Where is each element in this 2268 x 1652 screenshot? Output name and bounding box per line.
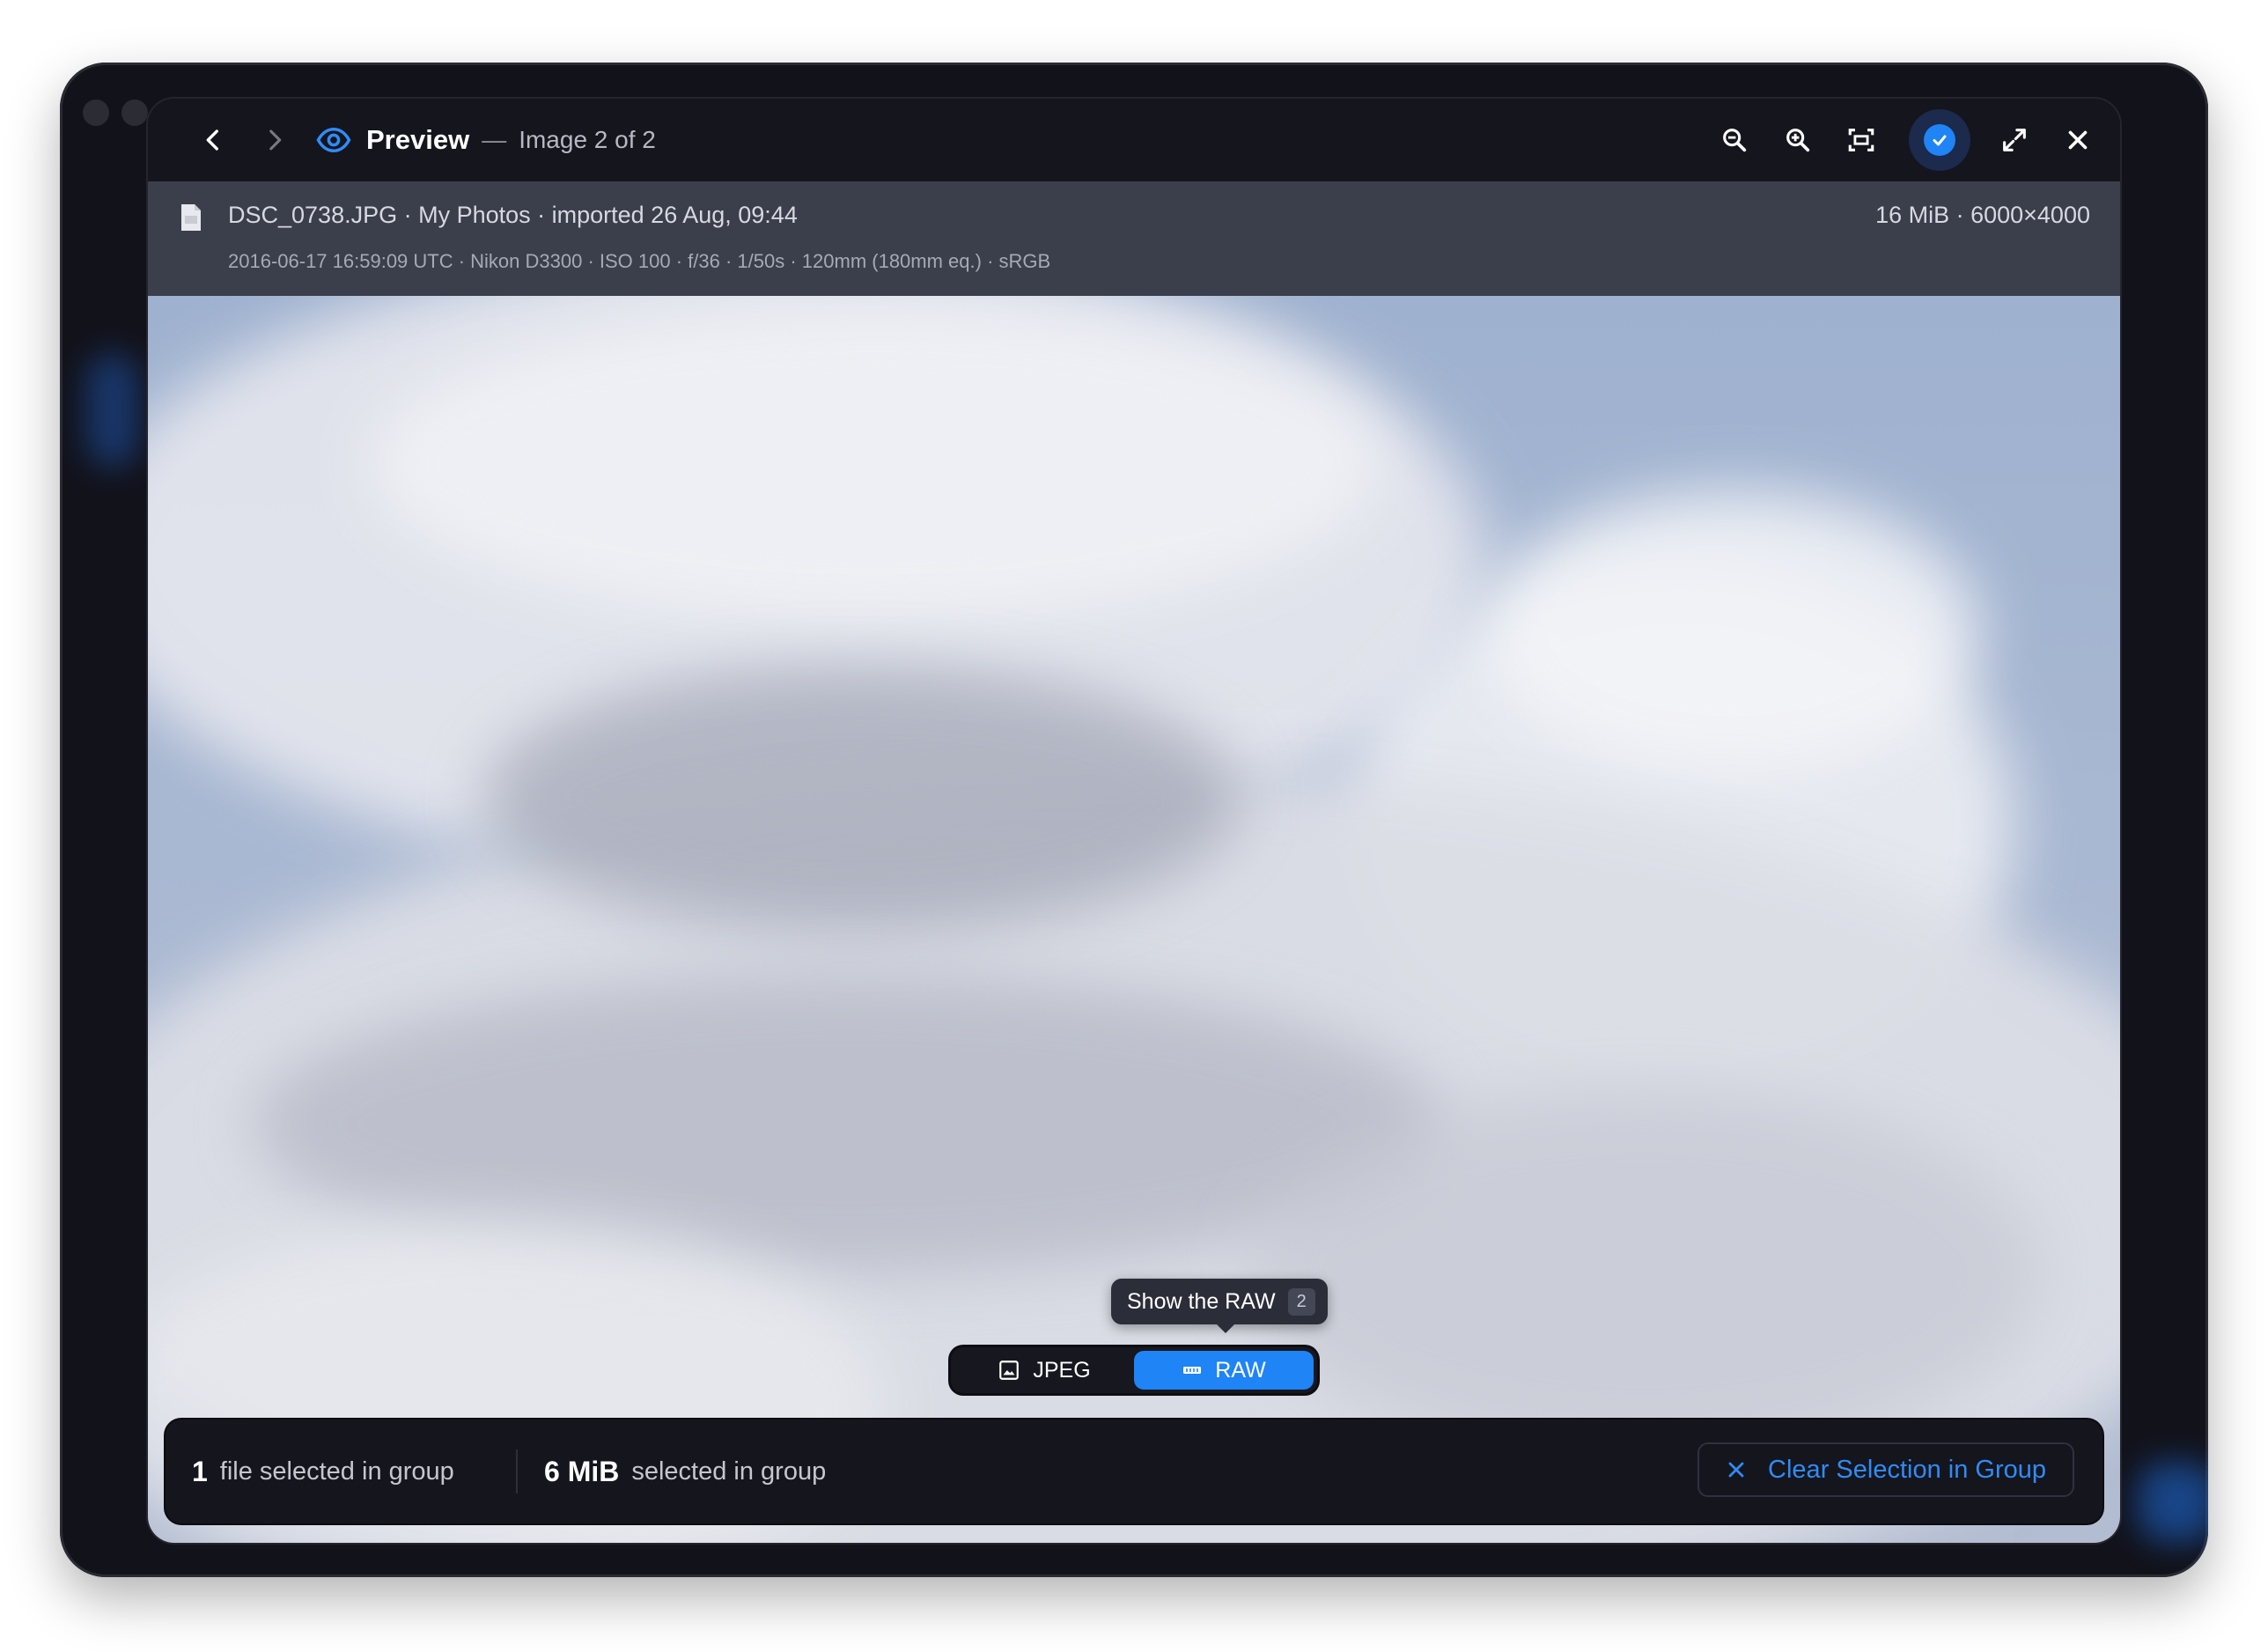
window-minimize-dot[interactable] [122, 100, 148, 126]
file-icon [181, 204, 201, 231]
raw-option[interactable]: RAW [1134, 1351, 1314, 1390]
zoom-in-button[interactable] [1770, 112, 1826, 168]
jpeg-option-label: JPEG [1033, 1357, 1091, 1383]
file-size-dimensions: 16 MiB · 6000×4000 [1875, 202, 2090, 228]
fit-to-screen-button[interactable] [1833, 112, 1889, 168]
chevron-left-icon [206, 129, 218, 151]
raw-icon [1183, 1367, 1202, 1374]
file-info-bar: DSC_0738.JPG · My Photos · imported 26 A… [148, 181, 2120, 296]
preview-title: Preview [366, 124, 470, 155]
forward-button[interactable] [247, 112, 303, 168]
image-icon [999, 1361, 1020, 1380]
jpeg-option[interactable]: JPEG [954, 1351, 1134, 1390]
clear-selection-label: Clear Selection in Group [1768, 1455, 2046, 1484]
eye-icon [312, 116, 356, 164]
raw-option-label: RAW [1215, 1357, 1266, 1383]
file-name-line: DSC_0738.JPG · My Photos · imported 26 A… [228, 202, 798, 228]
back-button[interactable] [185, 112, 241, 168]
selected-file-count: 1 [192, 1455, 208, 1487]
preview-toolbar: Preview — Image 2 of 2 [148, 99, 2120, 182]
close-icon [1728, 1462, 1744, 1478]
zoom-out-icon [1723, 129, 1747, 152]
raw-tooltip: Show the RAW 2 [1111, 1279, 1328, 1333]
selected-file-count-label: file selected in group [219, 1457, 454, 1486]
title-separator: — [482, 126, 507, 153]
tooltip-text: Show the RAW [1127, 1288, 1276, 1314]
clear-selection-button[interactable]: Clear Selection in Group [1697, 1442, 2074, 1497]
window-close-dot[interactable] [83, 100, 109, 126]
zoom-in-icon [1786, 129, 1810, 152]
zoom-out-button[interactable] [1706, 112, 1763, 168]
status-divider [516, 1449, 518, 1493]
selected-size-label: selected in group [631, 1457, 827, 1486]
background-blur [86, 353, 139, 468]
background-blur [2138, 1463, 2208, 1542]
cloud-shape [1486, 490, 1979, 771]
selected-toggle-button[interactable] [1909, 109, 1970, 171]
cloud-shadow [482, 666, 1240, 930]
cloud-shadow [1248, 1088, 2041, 1458]
close-button[interactable] [2050, 112, 2106, 168]
close-icon [2068, 130, 2088, 150]
fullscreen-button[interactable] [1986, 112, 2043, 168]
expand-icon [2003, 129, 2026, 151]
fit-to-screen-icon [1848, 129, 1874, 151]
preview-panel: Preview — Image 2 of 2 DSC_0738.JPG · My… [148, 99, 2120, 1543]
chevron-right-icon [269, 129, 282, 151]
selected-size: 6 MiB [544, 1455, 620, 1487]
image-counter: Image 2 of 2 [519, 126, 656, 153]
selection-status-bar: 1 file selected in group 6 MiB selected … [166, 1420, 2102, 1523]
cloud-shape [368, 305, 1381, 622]
check-circle-icon [1924, 124, 1955, 156]
format-toggle: JPEG RAW [951, 1347, 1317, 1393]
keyboard-shortcut-badge: 2 [1287, 1287, 1315, 1316]
exif-line: 2016-06-17 16:59:09 UTC · Nikon D3300 · … [228, 250, 1051, 272]
